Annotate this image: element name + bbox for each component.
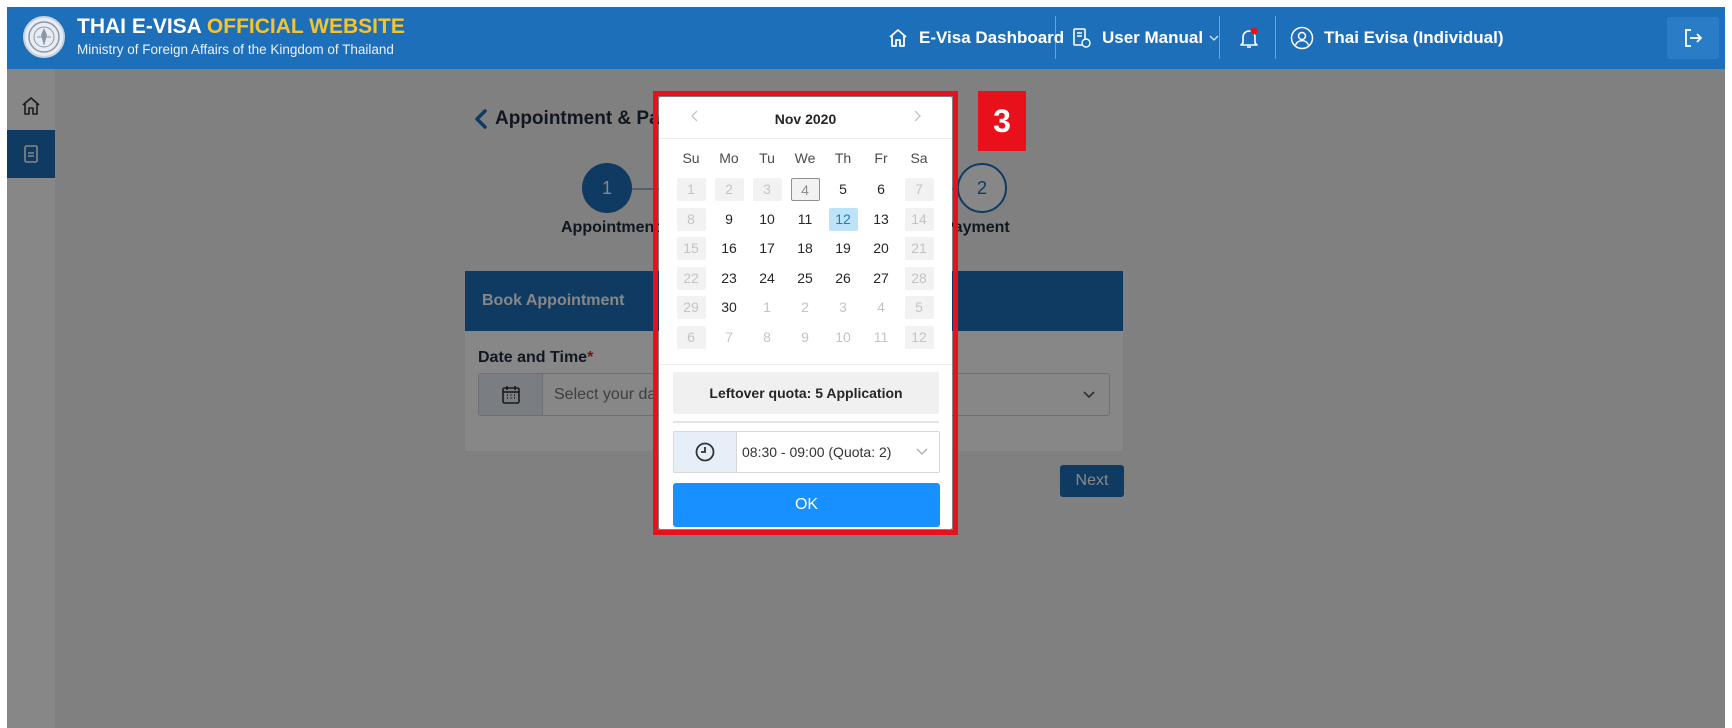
top-header: THAI E-VISA OFFICIAL WEBSITE Ministry of…	[7, 7, 1725, 69]
bell-icon	[1240, 27, 1258, 48]
annotation-highlight-box	[653, 91, 958, 535]
logout-button[interactable]	[1667, 17, 1719, 59]
logout-icon	[1685, 29, 1703, 47]
site-title: THAI E-VISA OFFICIAL WEBSITE	[77, 15, 405, 39]
home-icon	[889, 29, 907, 47]
nav-divider	[1219, 16, 1220, 59]
site-title-accent: OFFICIAL WEBSITE	[206, 15, 405, 38]
nav-divider	[1275, 16, 1276, 59]
annotation-step-badge: 3	[978, 91, 1026, 151]
app-window: THAI E-VISA OFFICIAL WEBSITE Ministry of…	[7, 7, 1725, 728]
user-profile-menu[interactable]: Thai Evisa (Individual)	[1290, 7, 1503, 69]
nav-dashboard-label: E-Visa Dashboard	[919, 28, 1065, 47]
site-title-main: THAI E-VISA	[77, 15, 207, 38]
nav-dashboard-link[interactable]: E-Visa Dashboard	[887, 7, 1064, 69]
ministry-logo	[23, 16, 65, 58]
notifications-button[interactable]	[1238, 7, 1270, 69]
nav-user-manual-label: User Manual	[1102, 28, 1204, 47]
nav-divider	[1055, 16, 1056, 59]
brand: THAI E-VISA OFFICIAL WEBSITE Ministry of…	[77, 15, 405, 59]
manual-icon	[1073, 28, 1091, 48]
user-icon	[1290, 26, 1314, 50]
user-name-label: Thai Evisa (Individual)	[1324, 28, 1504, 47]
site-subtitle: Ministry of Foreign Affairs of the Kingd…	[77, 42, 394, 57]
nav-user-manual-dropdown[interactable]: User Manual	[1070, 7, 1220, 69]
